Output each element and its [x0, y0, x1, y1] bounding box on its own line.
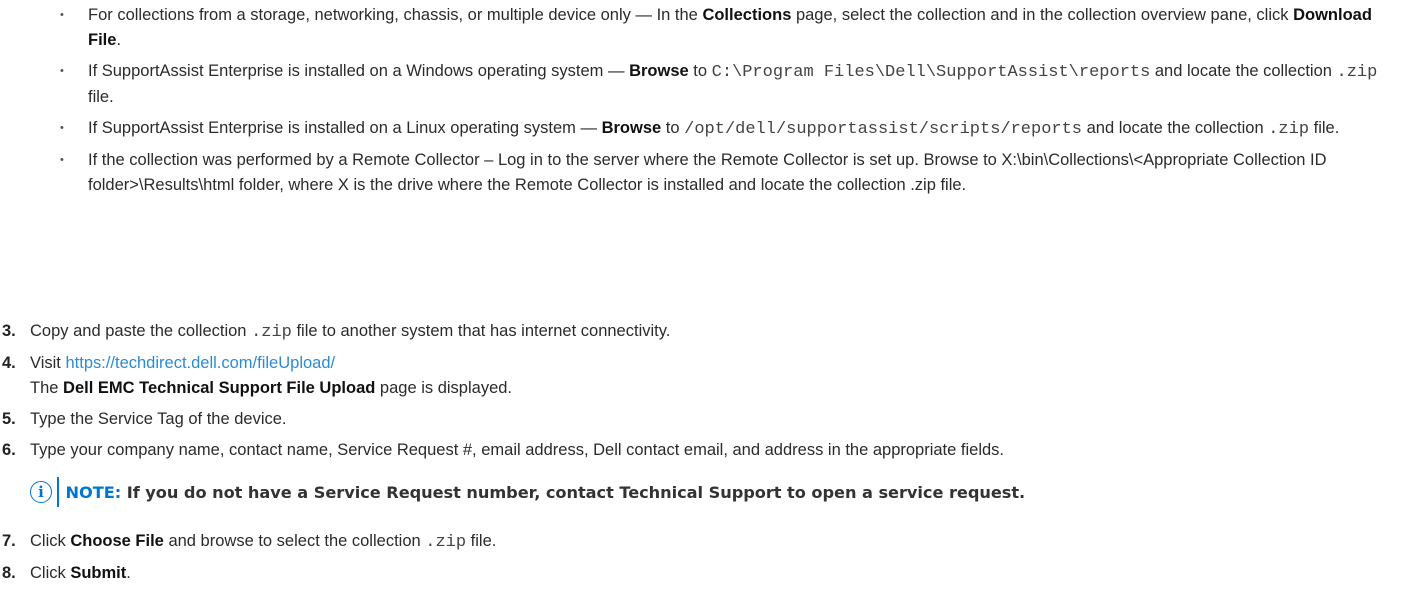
text: For collections from a storage, networki…: [88, 6, 703, 24]
zip-extension: .zip: [251, 323, 292, 342]
step-4: 4. Visit https://techdirect.dell.com/fil…: [0, 351, 1405, 401]
bullet-marker: •: [60, 65, 64, 77]
ui-term-collections: Collections: [702, 6, 792, 24]
text: and locate the collection: [1082, 119, 1269, 137]
note-label: NOTE:: [65, 482, 122, 502]
text: file to another system that has internet…: [291, 322, 671, 340]
text: and browse to select the collection: [163, 532, 426, 550]
note-body: If you do not have a Service Request num…: [121, 482, 1026, 502]
text: file.: [88, 88, 114, 106]
page-name: Dell EMC Technical Support File Upload: [63, 379, 376, 397]
text: The: [30, 379, 64, 397]
list-item: • If SupportAssist Enterprise is install…: [60, 59, 1400, 110]
note-divider: [57, 477, 59, 507]
text: Type your company name, contact name, Se…: [30, 441, 1005, 459]
list-item: • For collections from a storage, networ…: [60, 3, 1400, 53]
info-icon: i: [30, 481, 52, 503]
zip-extension: .zip: [1268, 120, 1310, 139]
list-item: • If SupportAssist Enterprise is install…: [60, 116, 1400, 142]
text: to: [661, 119, 685, 137]
note-text: NOTE: If you do not have a Service Reque…: [66, 483, 1026, 502]
text: file.: [466, 532, 497, 550]
bullet-marker: •: [60, 9, 64, 21]
file-upload-link[interactable]: https://techdirect.dell.com/fileUpload/: [65, 354, 335, 372]
text: Visit: [30, 354, 66, 372]
text: If SupportAssist Enterprise is installed…: [88, 62, 630, 80]
numbered-steps: 3. Copy and paste the collection .zip fi…: [0, 319, 1405, 592]
text: page is displayed.: [375, 379, 513, 397]
step-3: 3. Copy and paste the collection .zip fi…: [0, 319, 1405, 345]
step-number: 8.: [2, 564, 16, 582]
step-number: 7.: [2, 532, 16, 550]
zip-extension: .zip: [425, 533, 467, 552]
step-5: 5. Type the Service Tag of the device.: [0, 407, 1405, 432]
ui-term-choose-file: Choose File: [70, 532, 164, 550]
windows-path: C:\Program Files\Dell\SupportAssist\repo…: [711, 63, 1151, 82]
text: and locate the collection: [1150, 62, 1337, 80]
zip-extension: .zip: [1336, 63, 1378, 82]
step-7: 7. Click Choose File and browse to selec…: [0, 529, 1405, 555]
text: Click: [30, 532, 71, 550]
text: Copy and paste the collection: [30, 322, 252, 340]
document-page: • For collections from a storage, networ…: [0, 0, 1405, 585]
text: .: [116, 31, 122, 49]
step-number: 3.: [2, 322, 16, 340]
text: file.: [1309, 119, 1340, 137]
step-number: 6.: [2, 441, 16, 459]
ui-term-browse: Browse: [629, 62, 689, 80]
note-callout: i NOTE: If you do not have a Service Req…: [30, 477, 1405, 507]
bullet-list: • For collections from a storage, networ…: [60, 3, 1400, 204]
text: If SupportAssist Enterprise is installed…: [88, 119, 602, 137]
step-6: 6. Type your company name, contact name,…: [0, 438, 1405, 463]
ui-term-browse: Browse: [601, 119, 662, 137]
text: to: [688, 62, 712, 80]
text: If the collection was performed by a Rem…: [88, 151, 1327, 194]
bullet-marker: •: [60, 154, 64, 166]
bullet-marker: •: [60, 122, 64, 134]
text: page, select the collection and in the c…: [791, 6, 1294, 24]
ui-term-submit: Submit: [70, 564, 127, 582]
step-number: 5.: [2, 410, 16, 428]
step-number: 4.: [2, 354, 16, 372]
linux-path: /opt/dell/supportassist/scripts/reports: [684, 120, 1083, 139]
list-item: • If the collection was performed by a R…: [60, 148, 1400, 198]
text: .: [126, 564, 131, 582]
text: Type the Service Tag of the device.: [30, 410, 287, 428]
text: Click: [30, 564, 71, 582]
step-8: 8. Click Submit.: [0, 561, 1405, 586]
